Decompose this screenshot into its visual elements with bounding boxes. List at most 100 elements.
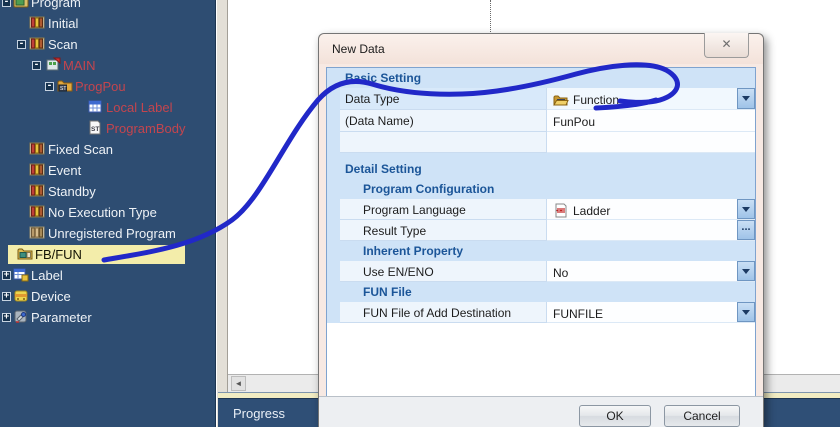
tree-expander-icon[interactable]: +: [2, 271, 11, 280]
tree-item-label: Standby: [48, 184, 96, 199]
section-header-label: Program Configuration: [340, 179, 755, 199]
property-label: Data Type: [340, 88, 547, 110]
cancel-button[interactable]: Cancel: [664, 405, 740, 427]
property-button-cell: [737, 110, 755, 132]
property-row--data-name-[interactable]: (Data Name)FunPou: [327, 110, 755, 132]
tree-item-program[interactable]: - Program: [0, 0, 216, 13]
chevron-down-icon: [742, 207, 750, 212]
tree-item-main[interactable]: - MAIN: [0, 55, 216, 76]
section-header-basic-setting: Basic Setting: [327, 68, 755, 88]
property-value-cell[interactable]: [547, 220, 737, 241]
scroll-left-button[interactable]: ◄: [231, 376, 246, 391]
property-label: Program Language: [340, 199, 547, 220]
property-value-cell[interactable]: Ladder: [547, 199, 737, 220]
grid-gutter: [327, 110, 340, 132]
tree-item-programbody[interactable]: STProgramBody: [0, 118, 216, 139]
tree-item-device[interactable]: +Device: [0, 286, 216, 307]
program-body-icon: ST: [87, 120, 103, 135]
tree-item-label: No Execution Type: [48, 205, 157, 220]
tree-item-label: Unregistered Program: [48, 226, 176, 241]
tree-item-label: ProgPou: [75, 79, 126, 94]
program-folder-icon: [13, 0, 29, 9]
tree-item-label: Program: [31, 0, 81, 10]
dropdown-button[interactable]: [737, 261, 755, 281]
property-row-program-language[interactable]: Program LanguageLadder: [327, 199, 755, 220]
tree-item-no-execution-type[interactable]: No Execution Type: [0, 202, 216, 223]
grid-gutter: [327, 282, 340, 302]
device-icon: [13, 288, 29, 303]
label-group-icon: [13, 267, 29, 282]
property-button-cell: ...: [737, 220, 755, 241]
grid-empty-area: [327, 323, 755, 396]
tree-expander-icon[interactable]: -: [32, 61, 41, 70]
dropdown-button[interactable]: [737, 199, 755, 219]
property-row-data-type[interactable]: Data Type Function: [327, 88, 755, 110]
local-label-icon: [87, 99, 103, 114]
tree-item-event[interactable]: Event: [0, 160, 216, 181]
chevron-down-icon: [742, 310, 750, 315]
tree-item-unregistered-program[interactable]: Unregistered Program: [0, 223, 216, 244]
dropdown-button[interactable]: [737, 88, 755, 109]
grid-gutter: [327, 153, 340, 179]
tree-expander-icon[interactable]: +: [2, 292, 11, 301]
svg-text:ST: ST: [60, 86, 66, 92]
dropdown-button[interactable]: [737, 302, 755, 322]
property-row-use-en-eno[interactable]: Use EN/ENONo: [327, 261, 755, 282]
section-header-program-configuration: Program Configuration: [327, 179, 755, 199]
project-tree-panel: -ProgramInitial-Scan-MAIN-STProgPouLocal…: [0, 0, 216, 427]
tree-item-label: MAIN: [63, 58, 96, 73]
property-value-cell[interactable]: [547, 132, 737, 153]
property-label: Result Type: [340, 220, 547, 241]
tree-item-progpou[interactable]: -ST ProgPou: [0, 76, 216, 97]
property-button-cell: [737, 88, 755, 110]
tree-item-label[interactable]: + Label: [0, 265, 216, 286]
property-row-result-type[interactable]: Result Type...: [327, 220, 755, 241]
tree-expander-icon[interactable]: -: [45, 82, 54, 91]
tree-expander-icon[interactable]: -: [2, 0, 11, 7]
tree-item-scan[interactable]: -Scan: [0, 34, 216, 55]
section-header-fun-file: FUN File: [327, 282, 755, 302]
exec-type-icon: [29, 36, 45, 51]
exec-type-icon: [29, 141, 45, 156]
property-value-cell[interactable]: No: [547, 261, 737, 282]
property-row-fun-file-of-add-destination[interactable]: FUN File of Add DestinationFUNFILE: [327, 302, 755, 323]
main-program-icon: [45, 57, 61, 72]
property-button-cell: [737, 302, 755, 323]
dialog-title-bar[interactable]: New Data: [319, 34, 763, 64]
grid-gutter: [327, 68, 340, 88]
tree-item-parameter[interactable]: +Parameter: [0, 307, 216, 328]
tree-item-local-label[interactable]: Local Label: [0, 97, 216, 118]
grid-gutter: [327, 199, 340, 220]
svg-text:ST: ST: [91, 126, 99, 133]
section-header-detail-setting: Detail Setting: [327, 153, 755, 179]
property-value-cell[interactable]: Function: [547, 88, 737, 110]
tree-item-standby[interactable]: Standby: [0, 181, 216, 202]
panel-splitter[interactable]: [217, 0, 228, 427]
property-button-cell: [737, 261, 755, 282]
grid-gutter: [327, 88, 340, 110]
close-icon[interactable]: ✕: [704, 33, 749, 58]
grid-gutter: [327, 241, 340, 261]
property-row-empty[interactable]: [327, 132, 755, 153]
function-block-icon: [553, 93, 569, 108]
ok-button[interactable]: OK: [579, 405, 651, 427]
tree-item-label: Event: [48, 163, 81, 178]
tree-item-label: FB/FUN: [35, 247, 82, 262]
section-header-inherent-property: Inherent Property: [327, 241, 755, 261]
property-value-cell[interactable]: FUNFILE: [547, 302, 737, 323]
tree-item-label: Label: [31, 268, 63, 283]
grid-gutter: [327, 179, 340, 199]
property-value: Function: [573, 93, 619, 107]
tree-item-fixed-scan[interactable]: Fixed Scan: [0, 139, 216, 160]
dialog-button-bar: OK Cancel: [319, 396, 763, 427]
dialog-title: New Data: [332, 42, 385, 56]
tree-expander-icon[interactable]: +: [2, 313, 11, 322]
tree-expander-icon[interactable]: -: [17, 40, 26, 49]
property-button-cell: [737, 132, 755, 153]
grid-gutter: [327, 220, 340, 241]
browse-button[interactable]: ...: [737, 220, 755, 240]
property-value-cell[interactable]: FunPou: [547, 110, 737, 132]
tree-item-fb-fun[interactable]: FB/FUN: [0, 244, 216, 265]
tree-item-initial[interactable]: Initial: [0, 13, 216, 34]
property-label: FUN File of Add Destination: [340, 302, 547, 323]
